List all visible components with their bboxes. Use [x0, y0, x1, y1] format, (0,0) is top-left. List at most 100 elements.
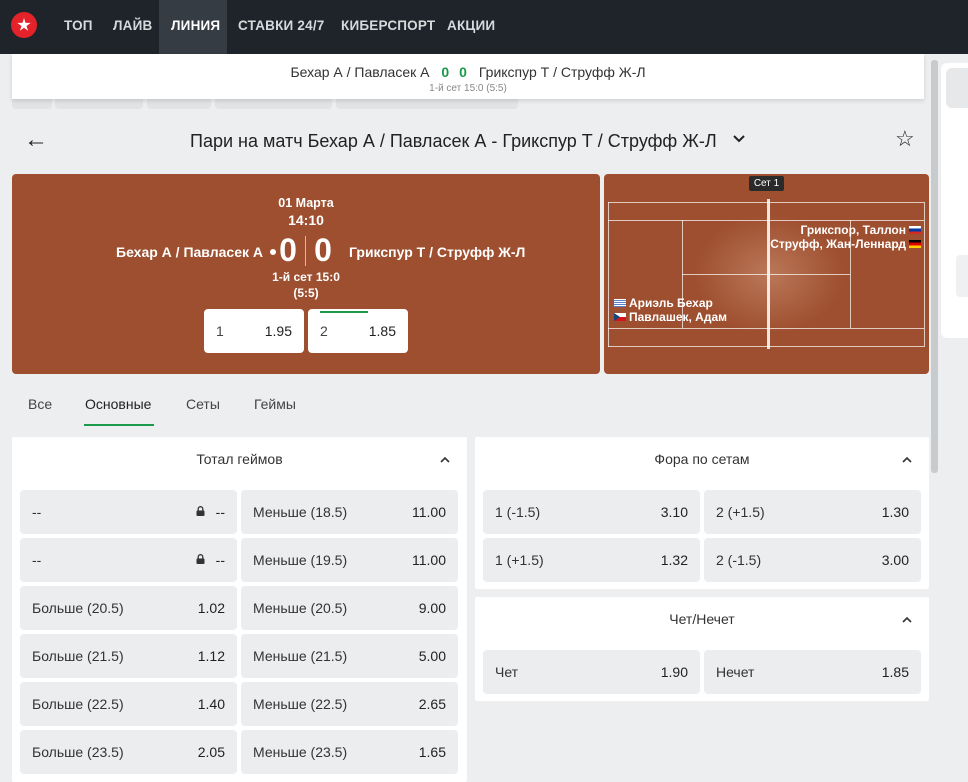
ghost-tab	[55, 99, 143, 109]
odd-cell: -- --	[20, 490, 237, 534]
court-line	[682, 274, 850, 275]
odd-button-1[interactable]: 1 1.95	[204, 309, 304, 353]
odd-cell-label: 1 (-1.5)	[495, 504, 541, 520]
court-player-label: Павлашек, Адам	[614, 310, 727, 324]
tab-sets[interactable]: Сеты	[186, 396, 220, 412]
games-score: (5:5)	[293, 286, 319, 300]
court-line	[608, 328, 924, 329]
nav-item-line[interactable]: ЛИНИЯ	[159, 0, 227, 54]
side-panel-button[interactable]	[946, 68, 968, 108]
odd-cell-value: 3.00	[881, 552, 909, 568]
odd-cell: -- --	[20, 538, 237, 582]
odd-cell-value: 11.00	[412, 552, 446, 568]
court-player-label: Ариэль Бехар	[614, 296, 713, 310]
sticky-match-line: Бехар А / Павласек А 00 Грикспур Т / Стр…	[12, 64, 924, 80]
team2-score: 0	[314, 232, 332, 268]
side-panel-tab[interactable]	[956, 255, 968, 297]
odd-cell-value: 1.12	[197, 648, 225, 664]
odd-value: 1.95	[264, 323, 292, 339]
odd-cell-value: --	[215, 504, 225, 520]
odd-cell[interactable]: Меньше (20.5) 9.00	[241, 586, 458, 630]
odd-cell[interactable]: Чет 1.90	[483, 650, 700, 694]
odd-cell[interactable]: Больше (21.5) 1.12	[20, 634, 237, 678]
match-date: 01 Марта	[278, 196, 334, 210]
court-line	[924, 202, 925, 347]
sticky-team2: Грикспур Т / Струфф Ж-Л	[478, 64, 646, 80]
star-icon[interactable]: ☆	[895, 128, 915, 150]
player-name: Струфф, Жан-Леннард	[770, 237, 906, 251]
arrow-left-icon[interactable]: ←	[24, 128, 48, 152]
odd-cell-label: 1 (+1.5)	[495, 552, 544, 568]
ghost-tab	[215, 99, 332, 109]
court-line	[608, 202, 609, 347]
player-name: Грикспор, Таллон	[800, 223, 906, 237]
odd-cell[interactable]: 2 (-1.5) 3.00	[704, 538, 921, 582]
odd-cell-label: Нечет	[716, 664, 755, 680]
odd-cell-value: 5.00	[418, 648, 446, 664]
player-name: Павлашек, Адам	[629, 310, 727, 324]
odd-cell-label: Больше (22.5)	[32, 696, 124, 712]
nav-item-promotions[interactable]: АКЦИИ	[447, 0, 495, 54]
odd-cell-value: 1.40	[197, 696, 225, 712]
odd-button-2[interactable]: 2 1.85	[308, 309, 408, 353]
sticky-score-bar[interactable]: Бехар А / Павласек А 00 Грикспур Т / Стр…	[12, 54, 924, 99]
ghost-tab	[147, 99, 211, 109]
soccer-ball-icon[interactable]	[11, 12, 37, 38]
odd-cell-label: Меньше (23.5)	[253, 744, 348, 760]
odd-cell-label: Больше (23.5)	[32, 744, 124, 760]
scrollbar[interactable]	[931, 60, 938, 473]
court-line	[608, 202, 924, 203]
sticky-score2: 0	[459, 64, 467, 80]
tab-games[interactable]: Геймы	[254, 396, 296, 412]
odd-cell[interactable]: Больше (22.5) 1.40	[20, 682, 237, 726]
chevron-up-icon[interactable]	[902, 615, 912, 625]
odd-cell-label: Больше (21.5)	[32, 648, 124, 664]
odd-cell-label: Меньше (20.5)	[253, 600, 348, 616]
odd-cell-label: Меньше (19.5)	[253, 552, 348, 568]
tab-main[interactable]: Основные	[85, 396, 151, 412]
nav-item-bets-247[interactable]: СТАВКИ 24/7	[238, 0, 324, 54]
odd-cell[interactable]: Больше (23.5) 2.05	[20, 730, 237, 774]
page-title: Пари на матч Бехар А / Павласек А - Грик…	[190, 131, 717, 151]
chevron-down-icon[interactable]	[732, 132, 746, 146]
set-badge: Сет 1	[749, 176, 784, 191]
match-time: 14:10	[288, 212, 324, 228]
market-title: Тотал геймов	[196, 451, 283, 467]
court-line	[608, 220, 924, 221]
nav-item-live[interactable]: ЛАЙВ	[113, 0, 152, 54]
odd-cell[interactable]: 1 (+1.5) 1.32	[483, 538, 700, 582]
odd-cell[interactable]: Меньше (23.5) 1.65	[241, 730, 458, 774]
lock-icon	[196, 506, 205, 516]
odd-value: 1.85	[368, 323, 396, 339]
odd-cell-value: --	[215, 552, 225, 568]
player-name: Ариэль Бехар	[629, 296, 713, 310]
market-title: Чет/Нечет	[669, 611, 735, 627]
odd-cell[interactable]: Меньше (22.5) 2.65	[241, 682, 458, 726]
chevron-up-icon[interactable]	[902, 455, 912, 465]
set-status: 1-й сет 15:0	[272, 270, 340, 284]
nav-item-esports[interactable]: КИБЕРСПОРТ	[341, 0, 435, 54]
odd-label: 2	[320, 323, 328, 339]
odd-cell[interactable]: Меньше (21.5) 5.00	[241, 634, 458, 678]
chevron-up-icon[interactable]	[440, 455, 450, 465]
odd-cell-value: 11.00	[412, 504, 446, 520]
team1-score: 0	[279, 232, 297, 268]
nav-item-top[interactable]: ТОП	[64, 0, 93, 54]
odd-cell-label: --	[32, 504, 42, 520]
odd-cell[interactable]: Нечет 1.85	[704, 650, 921, 694]
czech-flag-icon	[614, 313, 626, 321]
odd-cell[interactable]: Меньше (18.5) 11.00	[241, 490, 458, 534]
odd-cell[interactable]: 2 (+1.5) 1.30	[704, 490, 921, 534]
tab-all[interactable]: Все	[28, 396, 52, 412]
tennis-court: Грикспор, Таллон Струфф, Жан-Леннард Ари…	[604, 174, 929, 374]
sticky-status: 1-й сет 15:0 (5:5)	[429, 83, 507, 94]
odd-cell-value: 1.32	[660, 552, 688, 568]
team1-name: Бехар А / Павласек А	[116, 244, 263, 260]
active-tab-indicator	[84, 424, 154, 426]
odd-cell[interactable]: Больше (20.5) 1.02	[20, 586, 237, 630]
odd-cell-value: 1.65	[418, 744, 446, 760]
odd-cell[interactable]: Меньше (19.5) 11.00	[241, 538, 458, 582]
market-title: Фора по сетам	[654, 451, 750, 467]
odd-cell[interactable]: 1 (-1.5) 3.10	[483, 490, 700, 534]
germany-flag-icon	[909, 240, 921, 248]
